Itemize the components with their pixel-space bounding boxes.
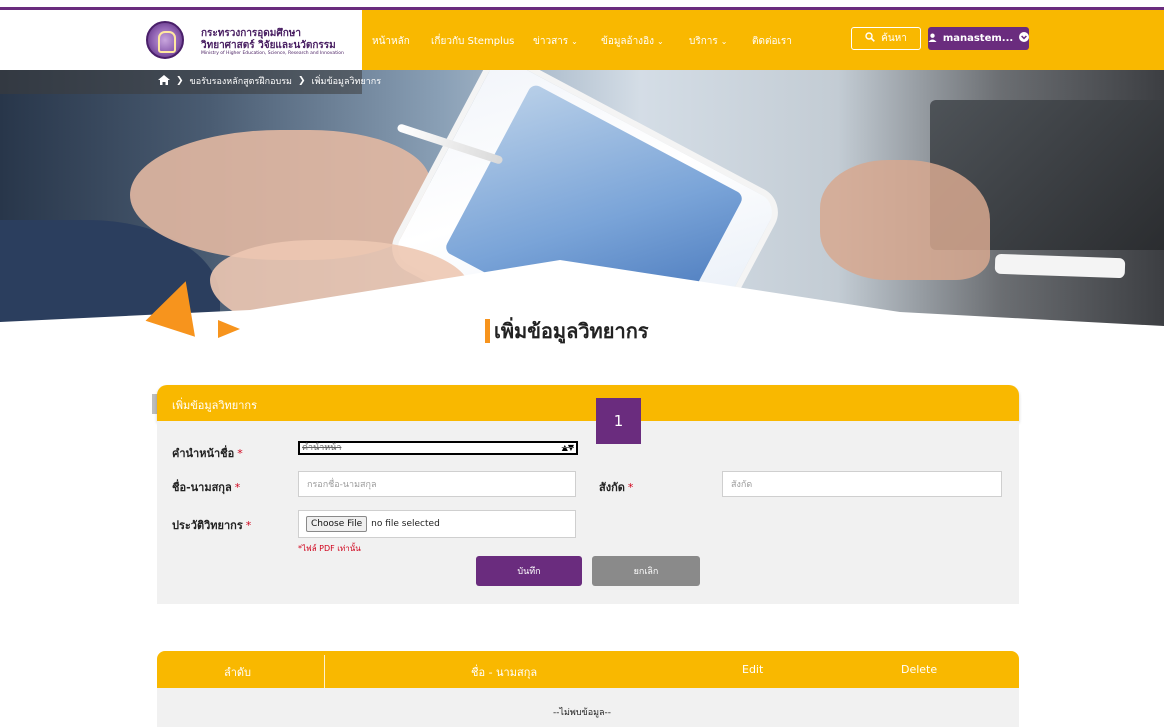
affiliation-input[interactable]: สังกัด bbox=[722, 471, 1002, 497]
home-icon[interactable] bbox=[158, 74, 170, 88]
form-card-header bbox=[157, 385, 1019, 421]
column-header-name: ชื่อ - นามสกุล bbox=[471, 666, 538, 679]
affiliation-label-text: สังกัด bbox=[599, 481, 625, 494]
file-hint: *ไฟล์ PDF เท่านั้น bbox=[298, 544, 361, 553]
nav-about[interactable]: เกี่ยวกับ Stemplus bbox=[431, 34, 514, 49]
top-accent-bar bbox=[0, 0, 1164, 10]
chevron-right-icon: ❯ bbox=[297, 76, 306, 86]
name-label: ชื่อ-นามสกุล * bbox=[172, 478, 240, 496]
affiliation-input-placeholder: สังกัด bbox=[731, 480, 753, 490]
search-button-label: ค้นหา bbox=[881, 33, 907, 44]
column-header-edit: Edit bbox=[742, 663, 764, 676]
table-empty-message: --ไม่พบข้อมูล-- bbox=[552, 708, 612, 718]
save-button[interactable]: บันทึก bbox=[476, 556, 582, 586]
page-title: เพิ่มข้อมูลวิทยากร bbox=[494, 319, 649, 343]
nav-about-label: เกี่ยวกับ Stemplus bbox=[431, 36, 515, 47]
chevron-right-icon: ❯ bbox=[176, 76, 184, 86]
user-menu-button[interactable]: manastem... bbox=[928, 27, 1030, 50]
cv-file-input[interactable]: Choose File no file selected bbox=[298, 510, 576, 538]
table-column-divider bbox=[324, 655, 325, 688]
nav-reference-label: ข้อมูลอ้างอิง bbox=[601, 36, 654, 47]
prefix-select[interactable]: คำนำหน้า ▲▼ bbox=[298, 441, 578, 455]
nav-news[interactable]: ข่าวสาร ⌄ bbox=[533, 34, 578, 49]
table-header bbox=[157, 651, 1019, 688]
logo-title-english: Ministry of Higher Education, Science, R… bbox=[201, 51, 344, 56]
breadcrumb: ❯ ขอรับรองหลักสูตรฝึกอบรม ❯ เพิ่มข้อมูลว… bbox=[158, 74, 381, 88]
search-button[interactable]: ค้นหา bbox=[851, 27, 921, 50]
choose-file-button[interactable]: Choose File bbox=[306, 516, 368, 532]
nav-home[interactable]: หน้าหลัก bbox=[372, 34, 410, 49]
prefix-label-text: คำนำหน้าชื่อ bbox=[172, 447, 235, 460]
form-card-body bbox=[157, 421, 1019, 604]
nav-contact[interactable]: ติดต่อเรา bbox=[752, 34, 792, 49]
chevron-down-icon: ⌄ bbox=[720, 37, 728, 46]
nav-contact-label: ติดต่อเรา bbox=[752, 36, 792, 47]
user-icon bbox=[928, 33, 937, 45]
nav-reference[interactable]: ข้อมูลอ้างอิง ⌄ bbox=[601, 34, 664, 49]
select-arrows-icon: ▲▼ bbox=[561, 443, 574, 452]
nav-news-label: ข่าวสาร bbox=[533, 36, 569, 47]
required-mark: * bbox=[627, 481, 634, 494]
cv-label: ประวัติวิทยากร * bbox=[172, 516, 251, 534]
nav-services-label: บริการ bbox=[689, 36, 718, 47]
name-input-placeholder: กรอกชื่อ-นามสกุล bbox=[307, 480, 377, 490]
required-mark: * bbox=[245, 519, 252, 532]
decorative-triangle-small bbox=[218, 320, 240, 338]
search-icon bbox=[865, 32, 875, 45]
nav-services[interactable]: บริการ ⌄ bbox=[689, 34, 727, 49]
prefix-label: คำนำหน้าชื่อ * bbox=[172, 444, 243, 462]
breadcrumb-item-course-request[interactable]: ขอรับรองหลักสูตรฝึกอบรม bbox=[190, 74, 292, 88]
name-label-text: ชื่อ-นามสกุล bbox=[172, 481, 232, 494]
chevron-down-icon: ⌄ bbox=[656, 37, 664, 46]
file-status: no file selected bbox=[371, 519, 440, 529]
prefix-select-value: คำนำหน้า bbox=[302, 443, 342, 453]
ministry-logo-icon[interactable] bbox=[146, 21, 184, 59]
step-badge: 1 bbox=[596, 398, 641, 444]
chevron-down-icon: ⌄ bbox=[571, 37, 578, 46]
chevron-circle-down-icon bbox=[1019, 32, 1030, 45]
navbar: กระทรวงการอุดมศึกษา วิทยาศาสตร์ วิจัยและ… bbox=[0, 10, 1164, 70]
nav-home-label: หน้าหลัก bbox=[372, 36, 410, 47]
page-title-wrap: เพิ่มข้อมูลวิทยากร bbox=[485, 315, 649, 347]
title-accent-bar bbox=[485, 319, 490, 343]
required-mark: * bbox=[237, 447, 243, 460]
column-header-order: ลำดับ bbox=[224, 666, 252, 679]
cancel-button[interactable]: ยกเลิก bbox=[592, 556, 700, 586]
breadcrumb-item-current: เพิ่มข้อมูลวิทยากร bbox=[311, 77, 382, 87]
name-input[interactable]: กรอกชื่อ-นามสกุล bbox=[298, 471, 576, 497]
user-name: manastem... bbox=[942, 33, 1014, 44]
required-mark: * bbox=[234, 481, 241, 494]
form-card-title: เพิ่มข้อมูลวิทยากร bbox=[172, 399, 257, 412]
cv-label-text: ประวัติวิทยากร bbox=[172, 519, 243, 532]
affiliation-label: สังกัด * bbox=[599, 478, 633, 496]
column-header-delete: Delete bbox=[901, 663, 938, 676]
